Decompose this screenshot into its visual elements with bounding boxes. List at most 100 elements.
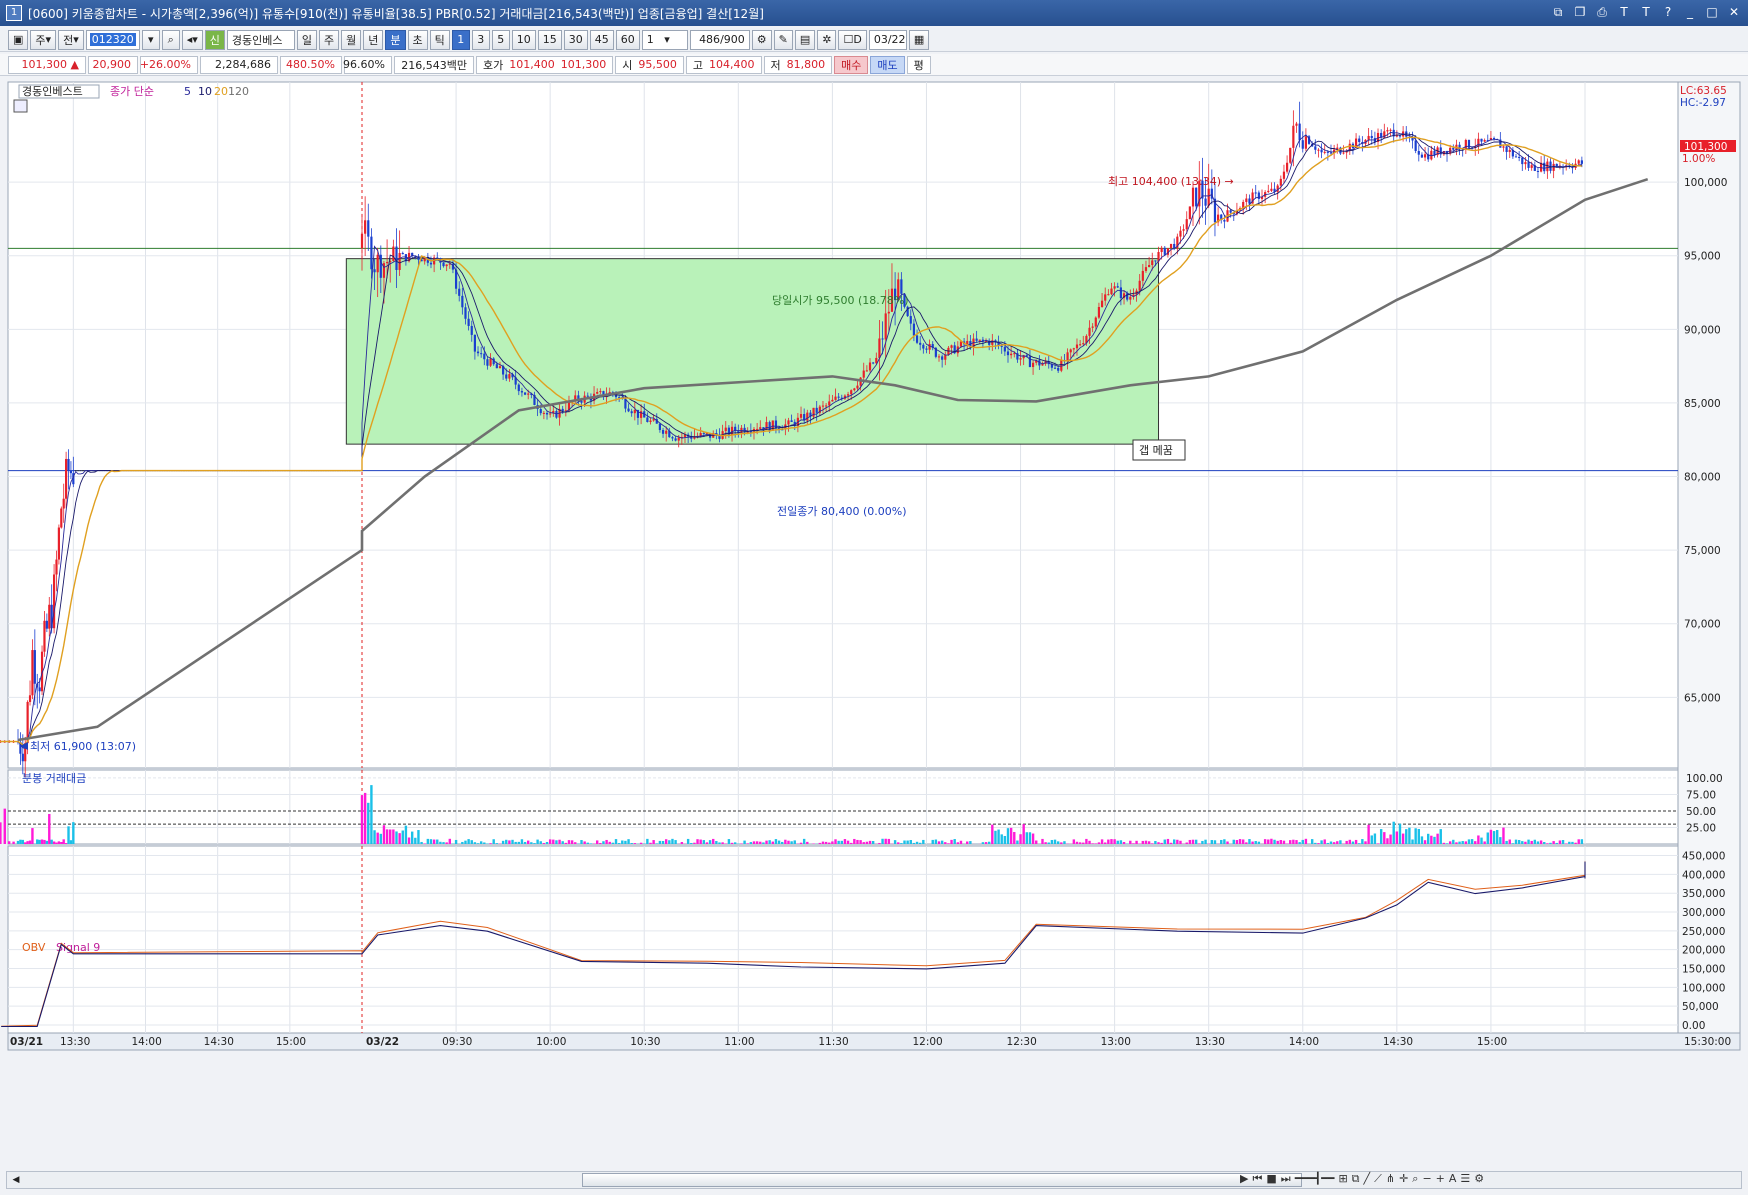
count-input[interactable]: 486/900: [689, 29, 750, 50]
volume-bar: [1019, 834, 1022, 844]
scroll-thumb[interactable]: [582, 1173, 1302, 1187]
draw-tools-icon[interactable]: ✎: [773, 29, 793, 50]
minimize-icon[interactable]: _: [1682, 4, 1698, 20]
candle-body: [878, 338, 881, 358]
code-dropdown-icon[interactable]: ▾: [141, 29, 160, 50]
text-tool-icon[interactable]: A: [1449, 1172, 1457, 1186]
volume-bar: [517, 841, 520, 844]
arrange-icon[interactable]: T: [1638, 4, 1654, 20]
period-minute[interactable]: 분: [385, 29, 406, 50]
period-second[interactable]: 초: [407, 29, 428, 50]
cross-tool-icon[interactable]: ✛: [1399, 1172, 1408, 1186]
grid-icon[interactable]: ⊞: [1338, 1172, 1347, 1186]
stock-code-input[interactable]: 012320: [85, 29, 140, 50]
candle-body: [1452, 147, 1455, 150]
interval-1[interactable]: 1: [451, 29, 470, 50]
candle-body: [486, 359, 489, 366]
volume-bar: [1028, 832, 1032, 844]
period-week[interactable]: 주: [319, 29, 340, 50]
minus-icon[interactable]: −: [1422, 1172, 1431, 1186]
stock-name[interactable]: 경동인베스: [226, 29, 295, 50]
zoom-slider-icon[interactable]: ━━━┫━━: [1295, 1172, 1335, 1186]
period-day[interactable]: 일: [296, 29, 318, 50]
period-month[interactable]: 월: [341, 29, 362, 50]
stop-icon[interactable]: ■: [1266, 1172, 1276, 1186]
interval-3[interactable]: 3: [471, 29, 490, 50]
scroll-left-icon[interactable]: ◀: [9, 1173, 23, 1187]
candle-body: [43, 620, 46, 652]
fast-forward-icon[interactable]: ⏭: [1281, 1172, 1291, 1186]
candle-body: [1053, 367, 1057, 369]
buy-button[interactable]: 매수: [834, 55, 869, 74]
table-icon: [13, 99, 28, 113]
obv-tick-label: 250,000: [1682, 926, 1725, 938]
date-input[interactable]: 03/22: [868, 29, 907, 50]
settings-icon[interactable]: ⚙: [1474, 1172, 1484, 1186]
indicator-icon[interactable]: ⚙: [751, 29, 772, 50]
volume-bar: [1543, 842, 1546, 844]
line-tool-icon[interactable]: ╱: [1364, 1172, 1371, 1186]
chart-area[interactable]: 100,000 95,000 90,000 85,000 80,000 75,000 70,…: [0, 78, 1748, 1168]
interval-15[interactable]: 15: [537, 29, 562, 50]
link-icon[interactable]: ⧉: [1550, 4, 1566, 20]
candle-body: [476, 351, 480, 354]
layout-icon[interactable]: ▣: [8, 29, 29, 50]
copy-icon[interactable]: ❐: [1572, 4, 1588, 20]
candle-body: [523, 392, 527, 395]
interval-30[interactable]: 30: [563, 29, 588, 50]
volume-bar: [1492, 831, 1496, 844]
date-checkbox[interactable]: ☐D: [838, 29, 867, 50]
candle-body: [661, 430, 665, 434]
interval-custom-select[interactable]: 1 ▾: [641, 29, 688, 50]
copy-chart-icon[interactable]: ⧉: [1352, 1172, 1360, 1186]
volume-bar: [831, 841, 834, 844]
interval-10[interactable]: 10: [511, 29, 536, 50]
all-select[interactable]: 전 ▾: [58, 29, 84, 50]
volume-bar: [1427, 833, 1430, 844]
volume-bar: [893, 840, 897, 844]
market-select[interactable]: 주 ▾: [30, 29, 57, 50]
period-year[interactable]: 년: [363, 29, 384, 50]
sell-button[interactable]: 매도: [870, 55, 905, 74]
plus-icon[interactable]: +: [1436, 1172, 1445, 1186]
search-icon[interactable]: ⌕: [161, 29, 180, 50]
candle-body: [67, 458, 70, 471]
play-icon[interactable]: ▶: [1240, 1172, 1248, 1186]
save-icon[interactable]: ▤: [794, 29, 816, 50]
interval-45[interactable]: 45: [589, 29, 614, 50]
flat-button[interactable]: 평: [906, 55, 931, 74]
interval-60[interactable]: 60: [615, 29, 640, 50]
volume-bar: [552, 839, 555, 844]
close-icon[interactable]: ✕: [1726, 4, 1742, 20]
candle-body: [975, 338, 978, 341]
credit-badge[interactable]: 신: [204, 29, 225, 50]
volume-bar: [429, 839, 433, 844]
candle-body: [1414, 140, 1417, 151]
gear-icon[interactable]: ✲: [817, 29, 837, 50]
calendar-icon[interactable]: ▦: [908, 29, 930, 50]
rewind-icon[interactable]: ⏮: [1252, 1172, 1262, 1186]
volume-bar: [373, 830, 376, 844]
volume-bar: [1056, 841, 1060, 844]
help-icon[interactable]: ?: [1660, 4, 1676, 20]
volume-bar: [536, 839, 539, 844]
volume-bar: [414, 837, 417, 844]
font-icon[interactable]: T: [1616, 4, 1632, 20]
candle-body: [1518, 156, 1521, 158]
magnify-icon[interactable]: ⌕: [1412, 1172, 1418, 1186]
interval-5[interactable]: 5: [491, 29, 510, 50]
volume-bar: [1289, 840, 1292, 844]
speaker-icon[interactable]: ◂▾: [181, 29, 203, 50]
candle-body: [872, 362, 875, 364]
candle-body: [33, 650, 36, 684]
period-tick[interactable]: 틱: [429, 29, 450, 50]
volume-bar: [1533, 839, 1537, 844]
list-icon[interactable]: ☰: [1460, 1172, 1470, 1186]
print-icon[interactable]: ⎙: [1594, 4, 1610, 20]
maximize-icon[interactable]: □: [1704, 4, 1720, 20]
fib-tool-icon[interactable]: ⋔: [1386, 1172, 1395, 1186]
volume-bar: [1129, 840, 1132, 844]
trend-tool-icon[interactable]: ⟋: [1374, 1172, 1382, 1186]
volume-bar: [24, 842, 27, 844]
volume-bar: [363, 792, 367, 844]
